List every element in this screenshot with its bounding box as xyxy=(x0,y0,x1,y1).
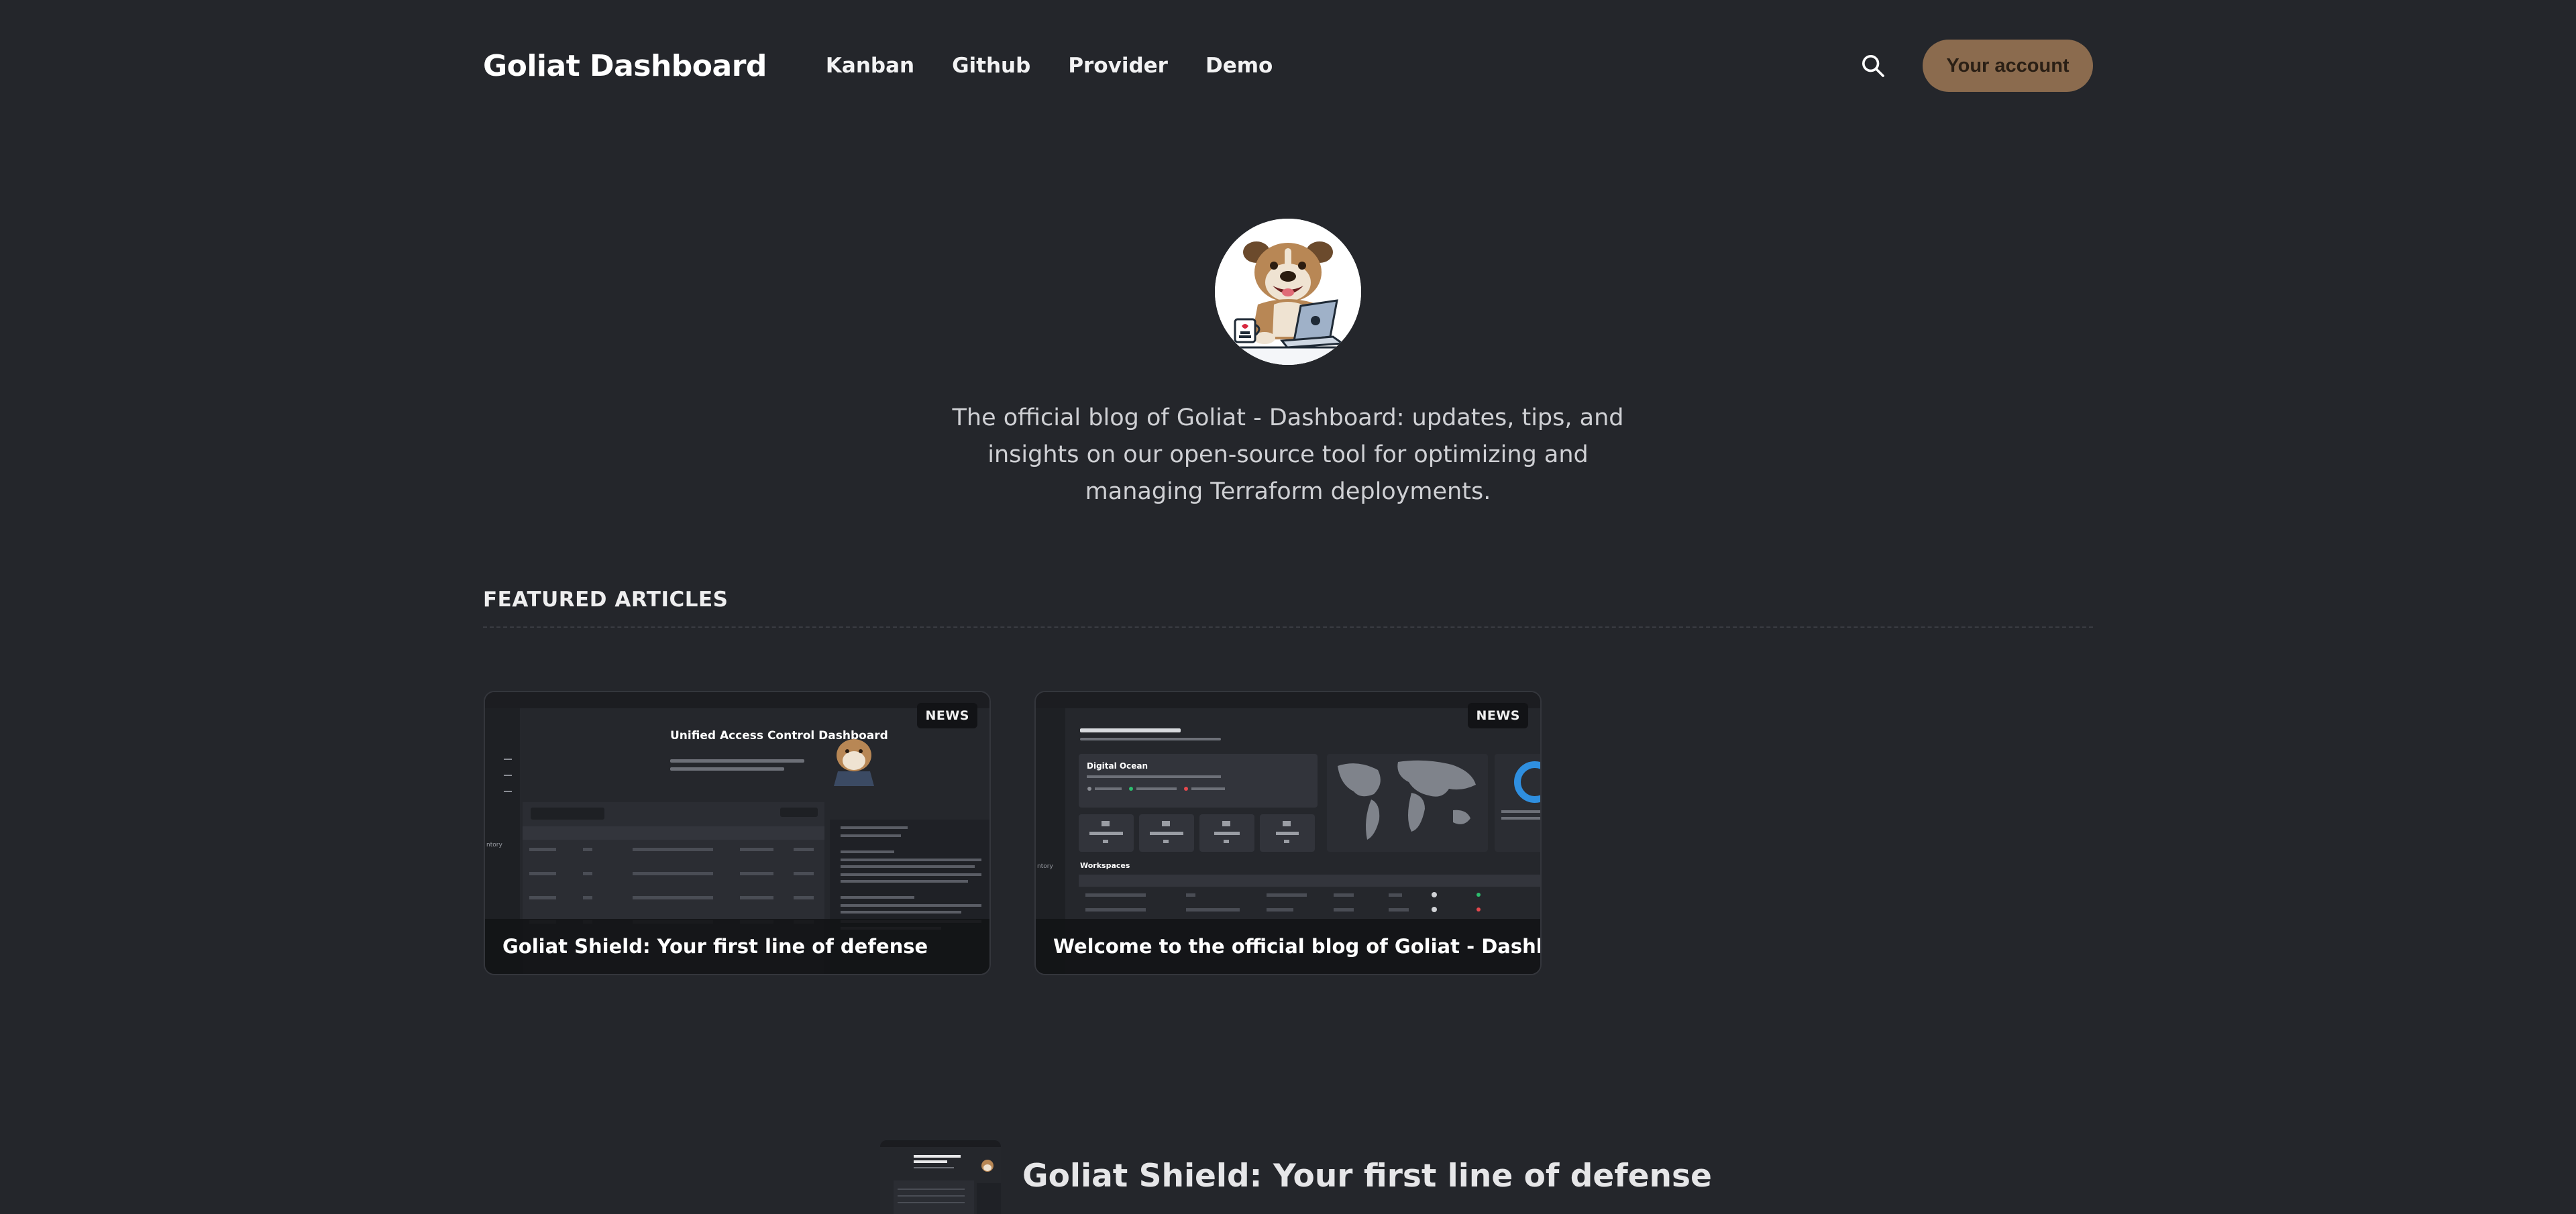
article-title[interactable]: Welcome to the official blog of Goliat -… xyxy=(1036,919,1540,974)
section-divider xyxy=(483,626,2093,628)
nav-demo[interactable]: Demo xyxy=(1205,54,1273,78)
search-icon[interactable] xyxy=(1857,50,1889,82)
header-actions: Your account xyxy=(1857,40,2093,92)
featured-article-card[interactable]: ntory Digital Ocean Workspaces NEWS Welc… xyxy=(1034,691,1542,975)
brand-logo[interactable]: Goliat Dashboard xyxy=(483,49,767,83)
account-button[interactable]: Your account xyxy=(1923,40,2093,92)
preview-section: Workspaces xyxy=(1080,861,1130,870)
featured-article-card[interactable]: ntory Unified Access Control Dashboard N… xyxy=(484,691,991,975)
article-title[interactable]: Goliat Shield: Your first line of defens… xyxy=(485,919,989,974)
blog-tagline: The official blog of Goliat - Dashboard:… xyxy=(952,404,1624,505)
featured-articles-heading: FEATURED ARTICLES xyxy=(483,588,729,612)
nav-provider[interactable]: Provider xyxy=(1068,54,1168,78)
svg-text:ntory: ntory xyxy=(486,842,502,848)
nav-github[interactable]: Github xyxy=(952,54,1030,78)
page: Goliat Dashboard Kanban Github Provider … xyxy=(0,0,2576,1214)
site-header: Goliat Dashboard Kanban Github Provider … xyxy=(483,39,2093,93)
news-badge: NEWS xyxy=(1468,703,1528,728)
news-badge: NEWS xyxy=(917,703,977,728)
latest-post-title[interactable]: Goliat Shield: Your first line of defens… xyxy=(1022,1158,1712,1195)
preview-heading: Digital Ocean xyxy=(1087,761,1148,771)
bulldog-illustration xyxy=(1215,219,1361,365)
nav-kanban[interactable]: Kanban xyxy=(826,54,914,78)
svg-text:ntory: ntory xyxy=(1037,863,1053,870)
main-nav: Kanban Github Provider Demo xyxy=(826,54,1273,78)
post-thumbnail[interactable] xyxy=(880,1140,1001,1214)
post-thumbnail-image xyxy=(880,1140,1001,1214)
blog-avatar xyxy=(1215,219,1361,365)
